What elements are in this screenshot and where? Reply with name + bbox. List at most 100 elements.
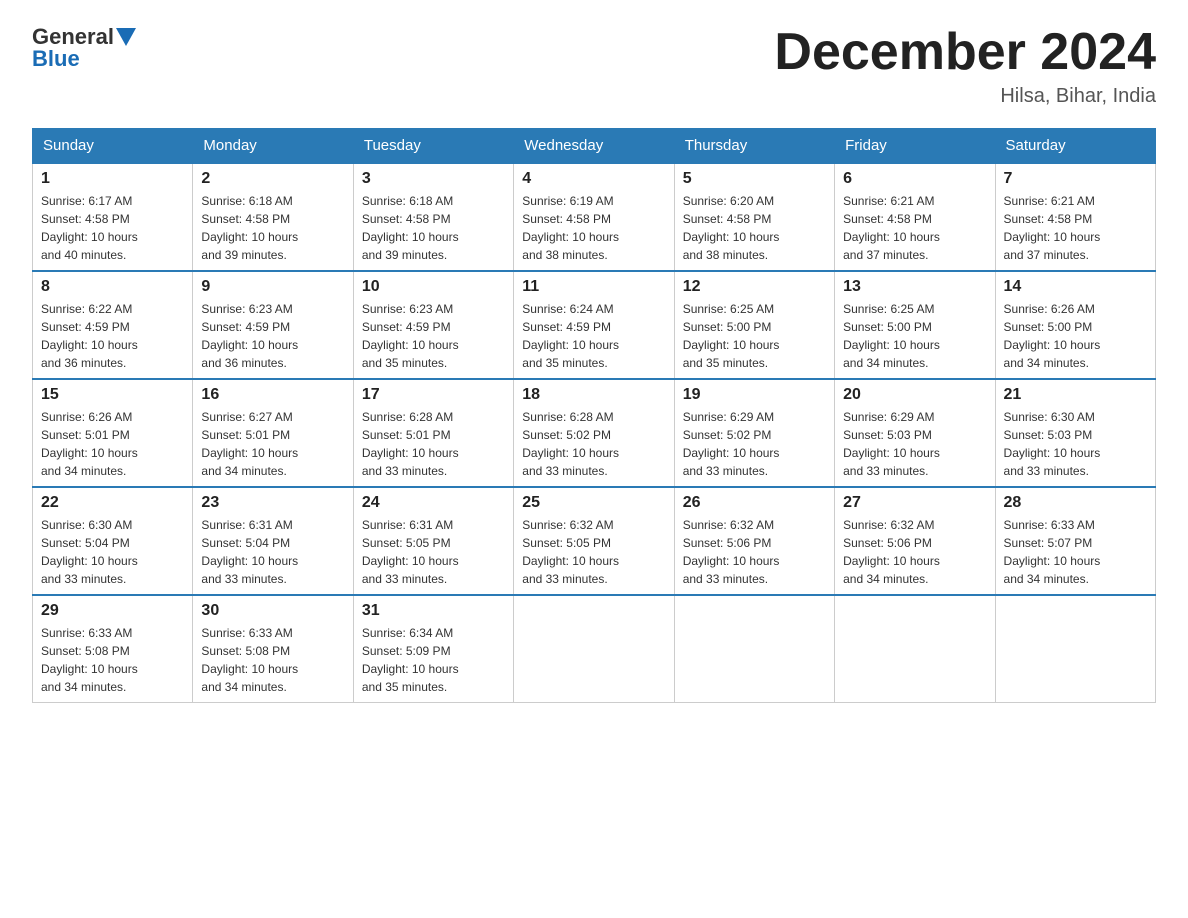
day-number: 27 bbox=[843, 494, 986, 512]
header-wednesday: Wednesday bbox=[514, 129, 674, 164]
day-info: Sunrise: 6:21 AM Sunset: 4:58 PM Dayligh… bbox=[1004, 192, 1147, 264]
day-number: 17 bbox=[362, 386, 505, 404]
calendar-cell: 8 Sunrise: 6:22 AM Sunset: 4:59 PM Dayli… bbox=[33, 271, 193, 379]
day-number: 20 bbox=[843, 386, 986, 404]
calendar-cell: 19 Sunrise: 6:29 AM Sunset: 5:02 PM Dayl… bbox=[674, 379, 834, 487]
day-number: 19 bbox=[683, 386, 826, 404]
calendar-cell: 9 Sunrise: 6:23 AM Sunset: 4:59 PM Dayli… bbox=[193, 271, 353, 379]
day-number: 12 bbox=[683, 278, 826, 296]
calendar-cell: 24 Sunrise: 6:31 AM Sunset: 5:05 PM Dayl… bbox=[353, 487, 513, 595]
logo-blue-text: Blue bbox=[32, 46, 80, 71]
calendar-cell: 23 Sunrise: 6:31 AM Sunset: 5:04 PM Dayl… bbox=[193, 487, 353, 595]
calendar-cell: 28 Sunrise: 6:33 AM Sunset: 5:07 PM Dayl… bbox=[995, 487, 1155, 595]
calendar-cell: 1 Sunrise: 6:17 AM Sunset: 4:58 PM Dayli… bbox=[33, 163, 193, 271]
calendar-cell: 22 Sunrise: 6:30 AM Sunset: 5:04 PM Dayl… bbox=[33, 487, 193, 595]
day-number: 24 bbox=[362, 494, 505, 512]
day-info: Sunrise: 6:33 AM Sunset: 5:08 PM Dayligh… bbox=[201, 624, 344, 696]
day-number: 30 bbox=[201, 602, 344, 620]
header-tuesday: Tuesday bbox=[353, 129, 513, 164]
day-number: 22 bbox=[41, 494, 184, 512]
day-info: Sunrise: 6:29 AM Sunset: 5:03 PM Dayligh… bbox=[843, 408, 986, 480]
day-info: Sunrise: 6:19 AM Sunset: 4:58 PM Dayligh… bbox=[522, 192, 665, 264]
calendar-cell: 16 Sunrise: 6:27 AM Sunset: 5:01 PM Dayl… bbox=[193, 379, 353, 487]
calendar-table: SundayMondayTuesdayWednesdayThursdayFrid… bbox=[32, 128, 1156, 703]
logo-arrow-icon bbox=[116, 28, 136, 46]
month-title: December 2024 bbox=[774, 24, 1156, 81]
calendar-cell bbox=[674, 595, 834, 703]
calendar-cell: 17 Sunrise: 6:28 AM Sunset: 5:01 PM Dayl… bbox=[353, 379, 513, 487]
calendar-cell: 29 Sunrise: 6:33 AM Sunset: 5:08 PM Dayl… bbox=[33, 595, 193, 703]
calendar-cell: 18 Sunrise: 6:28 AM Sunset: 5:02 PM Dayl… bbox=[514, 379, 674, 487]
day-info: Sunrise: 6:24 AM Sunset: 4:59 PM Dayligh… bbox=[522, 300, 665, 372]
page-header: General Blue December 2024 Hilsa, Bihar,… bbox=[32, 24, 1156, 108]
day-info: Sunrise: 6:33 AM Sunset: 5:08 PM Dayligh… bbox=[41, 624, 184, 696]
day-number: 21 bbox=[1004, 386, 1147, 404]
day-number: 10 bbox=[362, 278, 505, 296]
day-number: 18 bbox=[522, 386, 665, 404]
day-number: 1 bbox=[41, 170, 184, 188]
calendar-cell: 14 Sunrise: 6:26 AM Sunset: 5:00 PM Dayl… bbox=[995, 271, 1155, 379]
calendar-cell: 26 Sunrise: 6:32 AM Sunset: 5:06 PM Dayl… bbox=[674, 487, 834, 595]
day-info: Sunrise: 6:26 AM Sunset: 5:01 PM Dayligh… bbox=[41, 408, 184, 480]
title-section: December 2024 Hilsa, Bihar, India bbox=[774, 24, 1156, 108]
day-number: 16 bbox=[201, 386, 344, 404]
header-sunday: Sunday bbox=[33, 129, 193, 164]
day-info: Sunrise: 6:34 AM Sunset: 5:09 PM Dayligh… bbox=[362, 624, 505, 696]
day-number: 8 bbox=[41, 278, 184, 296]
calendar-cell: 21 Sunrise: 6:30 AM Sunset: 5:03 PM Dayl… bbox=[995, 379, 1155, 487]
header-saturday: Saturday bbox=[995, 129, 1155, 164]
day-number: 15 bbox=[41, 386, 184, 404]
day-info: Sunrise: 6:31 AM Sunset: 5:05 PM Dayligh… bbox=[362, 516, 505, 588]
day-info: Sunrise: 6:27 AM Sunset: 5:01 PM Dayligh… bbox=[201, 408, 344, 480]
day-number: 7 bbox=[1004, 170, 1147, 188]
day-info: Sunrise: 6:32 AM Sunset: 5:06 PM Dayligh… bbox=[683, 516, 826, 588]
day-number: 14 bbox=[1004, 278, 1147, 296]
week-row-5: 29 Sunrise: 6:33 AM Sunset: 5:08 PM Dayl… bbox=[33, 595, 1156, 703]
day-info: Sunrise: 6:21 AM Sunset: 4:58 PM Dayligh… bbox=[843, 192, 986, 264]
week-row-2: 8 Sunrise: 6:22 AM Sunset: 4:59 PM Dayli… bbox=[33, 271, 1156, 379]
day-info: Sunrise: 6:30 AM Sunset: 5:04 PM Dayligh… bbox=[41, 516, 184, 588]
day-number: 2 bbox=[201, 170, 344, 188]
calendar-cell: 5 Sunrise: 6:20 AM Sunset: 4:58 PM Dayli… bbox=[674, 163, 834, 271]
calendar-cell: 30 Sunrise: 6:33 AM Sunset: 5:08 PM Dayl… bbox=[193, 595, 353, 703]
week-row-1: 1 Sunrise: 6:17 AM Sunset: 4:58 PM Dayli… bbox=[33, 163, 1156, 271]
day-info: Sunrise: 6:32 AM Sunset: 5:06 PM Dayligh… bbox=[843, 516, 986, 588]
calendar-cell: 10 Sunrise: 6:23 AM Sunset: 4:59 PM Dayl… bbox=[353, 271, 513, 379]
header-friday: Friday bbox=[835, 129, 995, 164]
day-info: Sunrise: 6:22 AM Sunset: 4:59 PM Dayligh… bbox=[41, 300, 184, 372]
day-number: 3 bbox=[362, 170, 505, 188]
day-info: Sunrise: 6:29 AM Sunset: 5:02 PM Dayligh… bbox=[683, 408, 826, 480]
calendar-cell: 7 Sunrise: 6:21 AM Sunset: 4:58 PM Dayli… bbox=[995, 163, 1155, 271]
day-number: 6 bbox=[843, 170, 986, 188]
day-info: Sunrise: 6:18 AM Sunset: 4:58 PM Dayligh… bbox=[201, 192, 344, 264]
day-number: 31 bbox=[362, 602, 505, 620]
header-thursday: Thursday bbox=[674, 129, 834, 164]
week-row-3: 15 Sunrise: 6:26 AM Sunset: 5:01 PM Dayl… bbox=[33, 379, 1156, 487]
calendar-cell: 6 Sunrise: 6:21 AM Sunset: 4:58 PM Dayli… bbox=[835, 163, 995, 271]
calendar-cell: 15 Sunrise: 6:26 AM Sunset: 5:01 PM Dayl… bbox=[33, 379, 193, 487]
calendar-cell: 4 Sunrise: 6:19 AM Sunset: 4:58 PM Dayli… bbox=[514, 163, 674, 271]
day-number: 25 bbox=[522, 494, 665, 512]
logo: General Blue bbox=[32, 24, 136, 72]
calendar-header-row: SundayMondayTuesdayWednesdayThursdayFrid… bbox=[33, 129, 1156, 164]
calendar-cell: 2 Sunrise: 6:18 AM Sunset: 4:58 PM Dayli… bbox=[193, 163, 353, 271]
location-title: Hilsa, Bihar, India bbox=[774, 85, 1156, 108]
calendar-cell bbox=[514, 595, 674, 703]
week-row-4: 22 Sunrise: 6:30 AM Sunset: 5:04 PM Dayl… bbox=[33, 487, 1156, 595]
day-number: 11 bbox=[522, 278, 665, 296]
header-monday: Monday bbox=[193, 129, 353, 164]
day-info: Sunrise: 6:32 AM Sunset: 5:05 PM Dayligh… bbox=[522, 516, 665, 588]
day-info: Sunrise: 6:20 AM Sunset: 4:58 PM Dayligh… bbox=[683, 192, 826, 264]
calendar-cell: 27 Sunrise: 6:32 AM Sunset: 5:06 PM Dayl… bbox=[835, 487, 995, 595]
day-number: 4 bbox=[522, 170, 665, 188]
day-info: Sunrise: 6:25 AM Sunset: 5:00 PM Dayligh… bbox=[683, 300, 826, 372]
calendar-cell: 11 Sunrise: 6:24 AM Sunset: 4:59 PM Dayl… bbox=[514, 271, 674, 379]
day-info: Sunrise: 6:28 AM Sunset: 5:01 PM Dayligh… bbox=[362, 408, 505, 480]
day-number: 9 bbox=[201, 278, 344, 296]
day-info: Sunrise: 6:33 AM Sunset: 5:07 PM Dayligh… bbox=[1004, 516, 1147, 588]
day-info: Sunrise: 6:28 AM Sunset: 5:02 PM Dayligh… bbox=[522, 408, 665, 480]
day-number: 5 bbox=[683, 170, 826, 188]
day-info: Sunrise: 6:25 AM Sunset: 5:00 PM Dayligh… bbox=[843, 300, 986, 372]
day-info: Sunrise: 6:31 AM Sunset: 5:04 PM Dayligh… bbox=[201, 516, 344, 588]
day-number: 23 bbox=[201, 494, 344, 512]
